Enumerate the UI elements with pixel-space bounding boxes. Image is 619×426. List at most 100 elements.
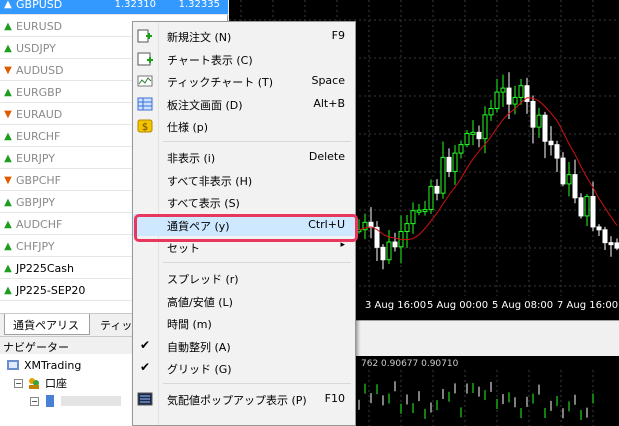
candle-body [386, 241, 392, 261]
svg-text:$: $ [142, 122, 148, 133]
check-icon: ✔ [140, 360, 151, 375]
symbol-name: USDJPY [16, 41, 56, 55]
menu-item[interactable]: ✔ グリッド (G) [133, 357, 355, 379]
candle-body [440, 156, 446, 194]
menu-item[interactable]: チャート表示 (C) [133, 48, 355, 70]
arrow-up-icon: ▲ [4, 262, 12, 274]
menu-item[interactable]: 非表示 (i) Delete [133, 146, 355, 168]
symbol-row[interactable]: ▲ GBPUSD 1.32310 1.32335 [0, 0, 228, 15]
menu-item-label: 気配値ポップアップ表示 (P) [167, 394, 307, 407]
menu-item-shortcut: Delete [308, 150, 345, 163]
arrow-up-icon: ▲ [4, 218, 12, 230]
arrow-up-icon: ▲ [4, 196, 12, 208]
menu-item-label: 自動整列 (A) [167, 340, 231, 354]
menu-item-label: 高値/安値 (L) [167, 295, 233, 309]
candle-body [566, 174, 572, 185]
candle-body [488, 108, 494, 116]
candle-body [590, 195, 596, 228]
menu-item[interactable]: すべて表示 (S) [133, 191, 355, 213]
menu-item-label: 非表示 (i) [167, 152, 216, 165]
menu-item[interactable]: スプレッド (r) [133, 267, 355, 289]
symbol-name: EURGBP [16, 85, 62, 99]
arrow-up-icon: ▲ [4, 20, 12, 32]
collapse-toggle[interactable]: − [30, 396, 39, 406]
menu-item[interactable]: 気配値ポップアップ表示 (P) F10 [133, 388, 355, 410]
tree-item-accounts[interactable]: − 口座 [14, 374, 67, 392]
candle-body [554, 144, 560, 159]
candle-body [584, 195, 590, 217]
menu-item-label: すべて非表示 (H) [167, 174, 253, 188]
menu-item[interactable]: 時間 (m) [133, 312, 355, 334]
symbol-name: EURAUD [16, 107, 63, 121]
time-label: 3 Aug 16:00 [365, 300, 427, 311]
candle-body [578, 197, 584, 217]
menu-item[interactable]: ティックチャート (T) Space [133, 70, 355, 92]
candle-body [596, 226, 602, 231]
candle-body [458, 144, 464, 154]
candle-body [470, 131, 476, 135]
menu-item[interactable]: $ 仕様 (p) [133, 115, 355, 137]
mt4-window: { "market_watch": { "rows": [ {"dir": "u… [0, 0, 619, 426]
tree-item-account-entry[interactable]: − [30, 392, 121, 410]
candle-body [506, 87, 512, 105]
menu-item-label: 時間 (m) [167, 318, 212, 332]
arrow-up-icon: ▲ [4, 0, 12, 10]
arrow-up-icon: ▲ [4, 130, 12, 142]
candle-body [446, 156, 452, 173]
menu-item[interactable]: ✔ 自動整列 (A) [133, 335, 355, 357]
candle-body [518, 85, 524, 98]
arrow-down-icon: ▼ [4, 108, 12, 120]
arrow-up-icon: ▲ [4, 152, 12, 164]
tree-label-accounts: 口座 [45, 377, 67, 390]
arrow-up-icon: ▲ [4, 42, 12, 54]
tab-symbols[interactable]: 通貨ペアリスト [4, 314, 90, 348]
candle-body [548, 140, 554, 146]
menu-item[interactable]: すべて非表示 (H) [133, 169, 355, 191]
candle-body [494, 91, 500, 110]
tree-item-broker[interactable]: XMTrading [6, 356, 81, 374]
arrow-up-icon: ▲ [4, 284, 12, 296]
symbol-name: EURCHF [16, 129, 61, 143]
bid-price: 1.32310 [114, 0, 156, 10]
new-order-icon [137, 29, 153, 43]
menu-item-shortcut: Alt+B [313, 96, 345, 110]
arrow-down-icon: ▼ [4, 174, 12, 186]
candle-body [614, 242, 619, 249]
symbol-name: AUDUSD [16, 63, 64, 77]
candle-body [560, 157, 566, 185]
symbol-name: EURJPY [16, 151, 55, 165]
symbol-name: GBPUSD [16, 0, 63, 11]
candle-body [476, 131, 482, 140]
symbol-name: GBPJPY [16, 195, 56, 209]
menu-item-label: 板注文画面 (D) [167, 98, 243, 112]
menu-separator [163, 262, 351, 263]
symbol-name: AUDCHF [16, 217, 63, 231]
menu-item[interactable]: 板注文画面 (D) Alt+B [133, 93, 355, 115]
candle-body [434, 185, 440, 194]
candle-body [482, 114, 488, 140]
symbol-name: JP225Cash [16, 261, 74, 275]
broker-icon [7, 360, 19, 370]
symbol-name: CHFJPY [16, 239, 55, 253]
highlight-annotation [134, 214, 358, 242]
menu-item-label: 新規注文 (N) [167, 31, 232, 44]
menu-item-label: チャート表示 (C) [167, 53, 253, 67]
candle-body [380, 246, 386, 261]
menu-item-label: 仕様 (p) [167, 121, 209, 135]
tick-chart-icon [137, 74, 153, 88]
account-icon [46, 395, 54, 407]
ask-price: 1.32335 [178, 0, 220, 10]
candle-body [500, 87, 506, 93]
candle-body [530, 100, 536, 128]
symbol-name: JP225-SEP20 [16, 283, 86, 297]
menu-item[interactable]: 高値/安値 (L) [133, 290, 355, 312]
menu-item-label: セット [167, 242, 200, 256]
depth-of-market-icon [137, 97, 153, 111]
collapse-toggle[interactable]: − [14, 378, 23, 388]
check-icon: ✔ [140, 337, 151, 352]
symbol-name: GBPCHF [16, 173, 61, 187]
menu-item[interactable]: 新規注文 (N) F9 [133, 25, 355, 47]
candle-body [452, 152, 458, 173]
candle-body [512, 96, 518, 105]
menu-item-shortcut: Space [311, 74, 345, 88]
